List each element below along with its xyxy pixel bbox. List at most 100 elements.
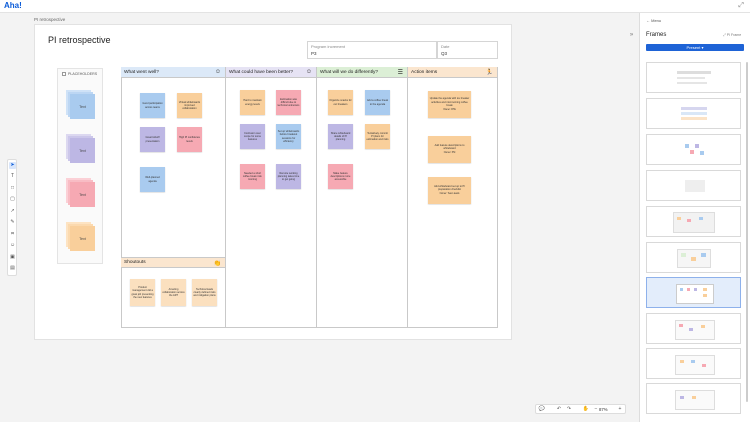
column-header-do-differently[interactable]: What will we do differently? ☰ [317,67,408,78]
sticky-stack-orange[interactable]: Text [66,222,96,252]
hand-pan-icon[interactable]: ✋ [582,406,590,413]
zoom-controls: 💬 ↶ ↷ ✋ − 87% + [535,404,626,414]
action-item-text: Add feature descriptions to whiteboard [434,143,465,151]
frame-thumbnail[interactable] [646,242,741,273]
sticky-stack-blue[interactable]: Text [66,90,96,120]
frame-thumbnail[interactable] [646,206,741,237]
frame-thumbnail[interactable] [646,383,741,414]
pen-icon[interactable]: ✎ [9,219,16,226]
sticky-note-icon[interactable]: ▢ [9,196,16,203]
running-person-icon: 🏃 [485,70,493,76]
menu-label: Menu [651,18,662,23]
sticky-note[interactable]: Tentatively commit PI plans for estimati… [365,124,390,149]
breadcrumb[interactable]: PI retrospective [34,17,65,22]
sliders-icon: ☰ [397,70,403,76]
frame-thumbnail[interactable] [646,62,741,93]
sticky-note[interactable]: Hard to maintain energy levels [240,90,265,115]
program-increment-field[interactable]: Program increment P3 [307,41,437,59]
program-increment-value: P3 [311,51,317,56]
sticky-stack-label: Text [70,182,95,207]
date-field[interactable]: Date Q3 [437,41,498,59]
action-item-owner: Owner: Team leads [439,193,460,196]
program-increment-label: Program increment [311,44,346,49]
hands-icon: 👏 [213,261,221,267]
column-header-could-be-better[interactable]: What could have been better? ☺ [226,67,317,78]
aha-logo[interactable]: Aha! [4,1,22,10]
select-arrow-icon[interactable]: ➤ [9,162,16,169]
column-header-shoutouts[interactable]: Shoutouts 👏 [121,257,226,268]
column-divider [407,67,408,328]
expand-icon[interactable]: ⤢ [738,2,744,10]
sidebar-scrollbar[interactable] [746,62,748,402]
column-title: What will we do differently? [320,69,379,75]
date-label: Date [441,44,450,49]
frame-thumbnail[interactable] [646,348,741,379]
image-icon[interactable]: ▣ [9,254,16,261]
sticky-note[interactable]: Well-planned agenda [140,167,165,192]
sticky-note[interactable]: Good participation across teams [140,93,165,118]
present-button[interactable]: Present ▾ [646,44,744,51]
sticky-note[interactable]: Great kickoff presentation [140,127,165,152]
sticky-note[interactable]: Technical leads clearly defined risks an… [192,279,217,306]
sticky-stack-label: Text [70,94,95,119]
emoji-icon[interactable]: ☺ [9,242,16,249]
undo-icon[interactable]: ↶ [555,406,563,413]
sticky-note[interactable]: Make feature descriptions more accessibl… [328,164,353,189]
comment-icon[interactable]: 💬 [538,406,546,413]
column-title: Action items [411,69,438,75]
arrow-icon[interactable]: ↗ [9,208,16,215]
action-item-text: Add whiteboard set up to PI preparation … [434,184,465,192]
pi-frame-label: PI Frame [726,33,742,37]
text-icon[interactable]: T [9,173,16,180]
placeholders-checkbox[interactable] [62,72,66,76]
sticky-stack-pink[interactable]: Text [66,178,96,208]
menu-link[interactable]: ← Menu [646,18,661,23]
frame-icon[interactable]: ⌗ [9,231,16,238]
collapse-sidebar-icon[interactable]: » [626,30,637,41]
sticky-note[interactable]: Estimation was difficult due to technica… [276,90,301,115]
frame-thumbnail[interactable] [646,170,741,201]
sticky-note[interactable]: Remote working planning takes time to ge… [276,164,301,189]
sticky-note[interactable]: Virtual whiteboards improved collaborati… [177,93,202,118]
placeholders-header[interactable]: PLACEHOLDERS [62,72,97,76]
page-title[interactable]: PI retrospective [48,35,111,45]
embed-icon[interactable]: ▤ [9,265,16,272]
frame-thumbnail[interactable] [646,313,741,344]
action-item-note[interactable]: Update the agenda with ice breaker activ… [428,91,471,118]
placeholders-label: PLACEHOLDERS [68,72,98,76]
frames-title: Frames [646,32,667,38]
frames-sidebar: ← Menu Frames ⤢ PI Frame Present ▾ [639,13,750,422]
column-title: What could have been better? [229,69,294,75]
sticky-note[interactable]: Amazing collaboration across the ART [161,279,186,306]
sticky-note[interactable]: Organize snacks for our breakers [328,90,353,115]
frame-thumbnail[interactable] [646,134,741,165]
column-header-went-well[interactable]: What went well? ☺ [121,67,226,78]
zoom-in-icon[interactable]: + [616,406,624,413]
sticky-note[interactable]: Needed a short coffee break mid-morning [240,164,265,189]
action-item-note[interactable]: Add feature descriptions to whiteboard O… [428,136,471,163]
sticky-note[interactable]: Set up whiteboards before breakout sessi… [276,124,301,149]
neutral-face-icon: ☺ [305,69,312,75]
column-title: Shoutouts [124,260,146,265]
sticky-stack-purple[interactable]: Text [66,134,96,164]
drawing-toolbar: ➤ T □ ▢ ↗ ✎ ⌗ ☺ ▣ ▤ [7,159,17,276]
redo-icon[interactable]: ↷ [565,406,573,413]
zoom-level[interactable]: 87% [599,406,608,413]
frame-thumbnail-selected[interactable] [646,277,741,308]
sticky-stack-label: Text [70,226,95,251]
column-divider [316,67,317,328]
sticky-note[interactable]: Add a coffee break to the agenda [365,90,390,115]
sticky-note[interactable]: Share whiteboard details of PI planning [328,124,353,149]
sticky-note[interactable]: High PI confidence levels [177,127,202,152]
sticky-note[interactable]: Confusion over scope for some features [240,124,265,149]
action-item-note[interactable]: Add whiteboard set up to PI preparation … [428,177,471,204]
column-divider [225,67,226,328]
shape-icon[interactable]: □ [9,185,16,192]
frame-thumbnail[interactable] [646,98,741,129]
pi-frame-button[interactable]: ⤢ PI Frame [723,33,741,37]
column-title: What went well? [124,69,159,75]
sticky-note[interactable]: Product management did a great job prese… [130,279,155,306]
column-header-action-items[interactable]: Action items 🏃 [408,67,498,78]
date-value: Q3 [441,51,448,56]
action-item-text: Update the agenda with ice breaker activ… [429,97,470,107]
